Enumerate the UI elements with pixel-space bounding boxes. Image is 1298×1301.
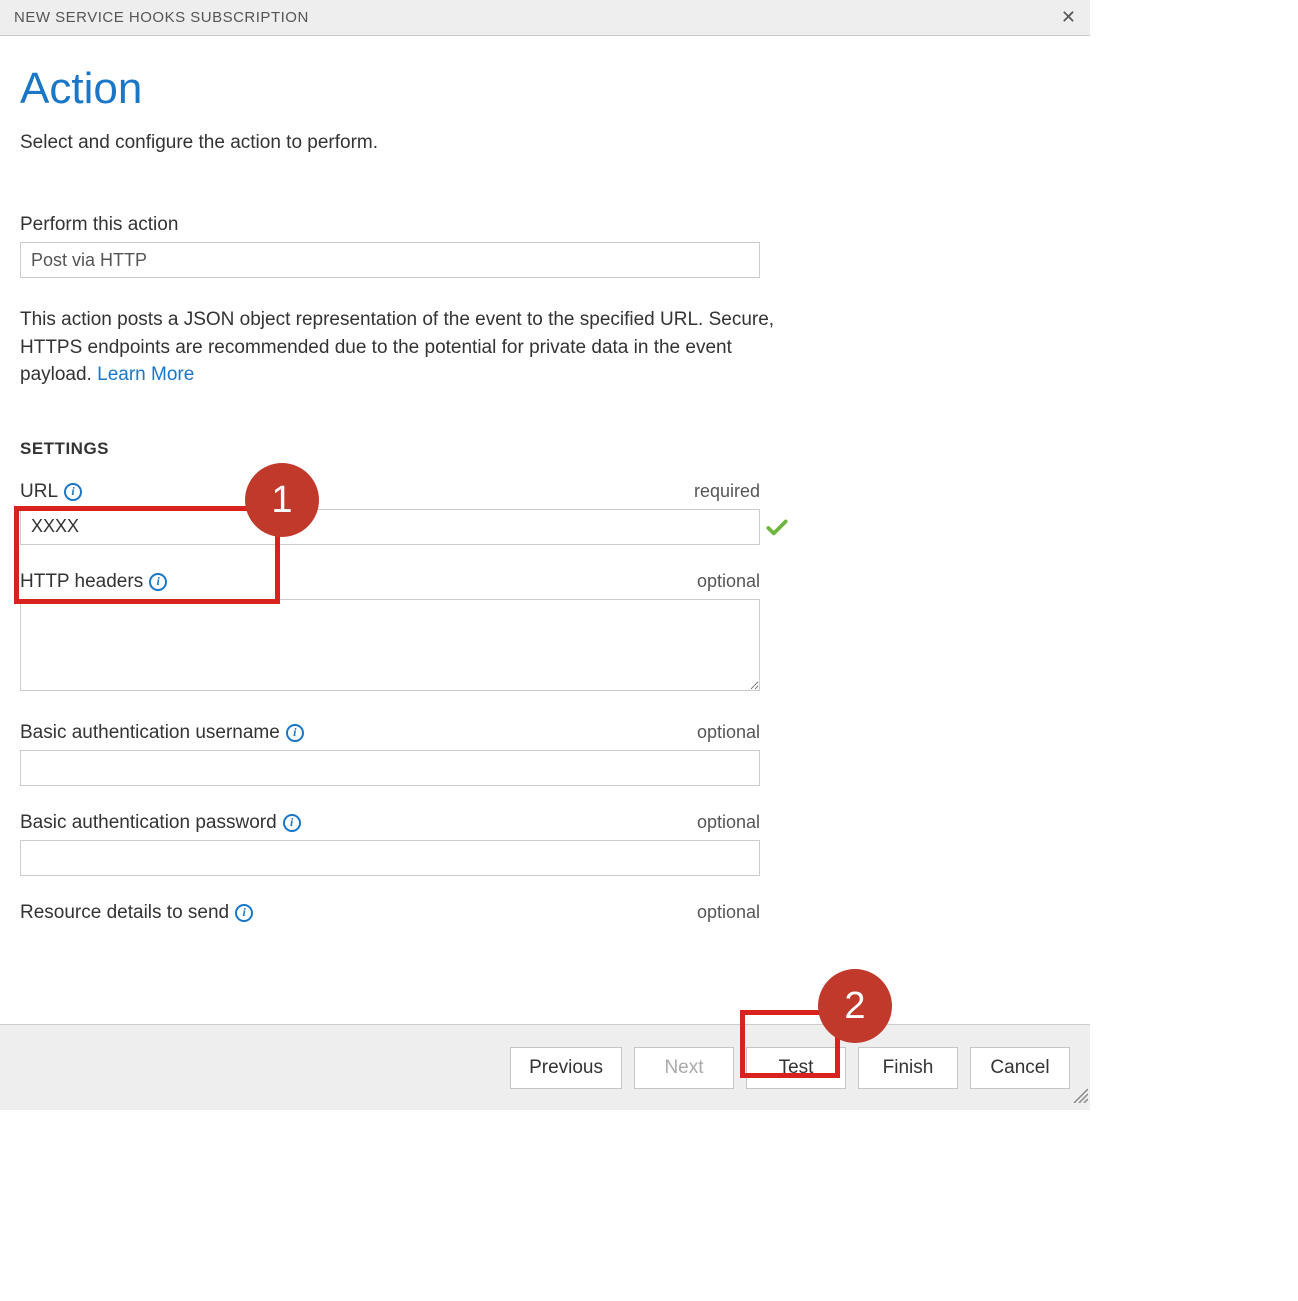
- action-label: Perform this action: [20, 214, 1070, 236]
- test-button[interactable]: Test: [746, 1047, 846, 1089]
- field-http-headers: HTTP headers i optional: [20, 571, 760, 696]
- close-icon[interactable]: ✕: [1061, 7, 1076, 28]
- previous-button[interactable]: Previous: [510, 1047, 622, 1089]
- learn-more-link[interactable]: Learn More: [97, 364, 194, 385]
- basic-password-label: Basic authentication password: [20, 812, 277, 834]
- basic-username-input[interactable]: [20, 750, 760, 786]
- url-label: URL: [20, 481, 58, 503]
- scroll-area[interactable]: Action Select and configure the action t…: [0, 36, 1090, 1024]
- url-input[interactable]: [20, 509, 760, 545]
- action-select[interactable]: Post via HTTP: [20, 242, 760, 278]
- basic-username-hint: optional: [697, 722, 760, 743]
- dialog-footer: Previous Next Test Finish Cancel: [0, 1024, 1090, 1110]
- next-button[interactable]: Next: [634, 1047, 734, 1089]
- settings-heading: SETTINGS: [20, 439, 1070, 459]
- info-icon[interactable]: i: [149, 573, 167, 591]
- basic-password-input[interactable]: [20, 840, 760, 876]
- cancel-button[interactable]: Cancel: [970, 1047, 1070, 1089]
- basic-username-label: Basic authentication username: [20, 722, 280, 744]
- finish-button[interactable]: Finish: [858, 1047, 958, 1089]
- resize-grip-icon[interactable]: [1070, 1085, 1088, 1108]
- resource-details-label: Resource details to send: [20, 902, 229, 924]
- page-title: Action: [20, 64, 1070, 114]
- dialog-title: NEW SERVICE HOOKS SUBSCRIPTION: [14, 9, 309, 26]
- field-resource-details: Resource details to send i optional: [20, 902, 760, 924]
- info-icon[interactable]: i: [235, 904, 253, 922]
- resource-details-hint: optional: [697, 902, 760, 923]
- info-icon[interactable]: i: [64, 483, 82, 501]
- action-description: This action posts a JSON object represen…: [20, 306, 780, 389]
- title-bar: NEW SERVICE HOOKS SUBSCRIPTION ✕: [0, 0, 1090, 36]
- field-basic-password: Basic authentication password i optional: [20, 812, 760, 876]
- checkmark-icon: [764, 515, 790, 546]
- basic-password-hint: optional: [697, 812, 760, 833]
- field-url: URL i required: [20, 481, 760, 545]
- content: Action Select and configure the action t…: [0, 36, 1090, 950]
- action-selected-value: Post via HTTP: [31, 250, 147, 271]
- info-icon[interactable]: i: [286, 724, 304, 742]
- dialog: NEW SERVICE HOOKS SUBSCRIPTION ✕ Action …: [0, 0, 1090, 1110]
- http-headers-input[interactable]: [20, 599, 760, 691]
- page-subtitle: Select and configure the action to perfo…: [20, 132, 1070, 154]
- http-headers-label: HTTP headers: [20, 571, 143, 593]
- info-icon[interactable]: i: [283, 814, 301, 832]
- http-headers-hint: optional: [697, 571, 760, 592]
- url-hint: required: [694, 481, 760, 502]
- field-basic-username: Basic authentication username i optional: [20, 722, 760, 786]
